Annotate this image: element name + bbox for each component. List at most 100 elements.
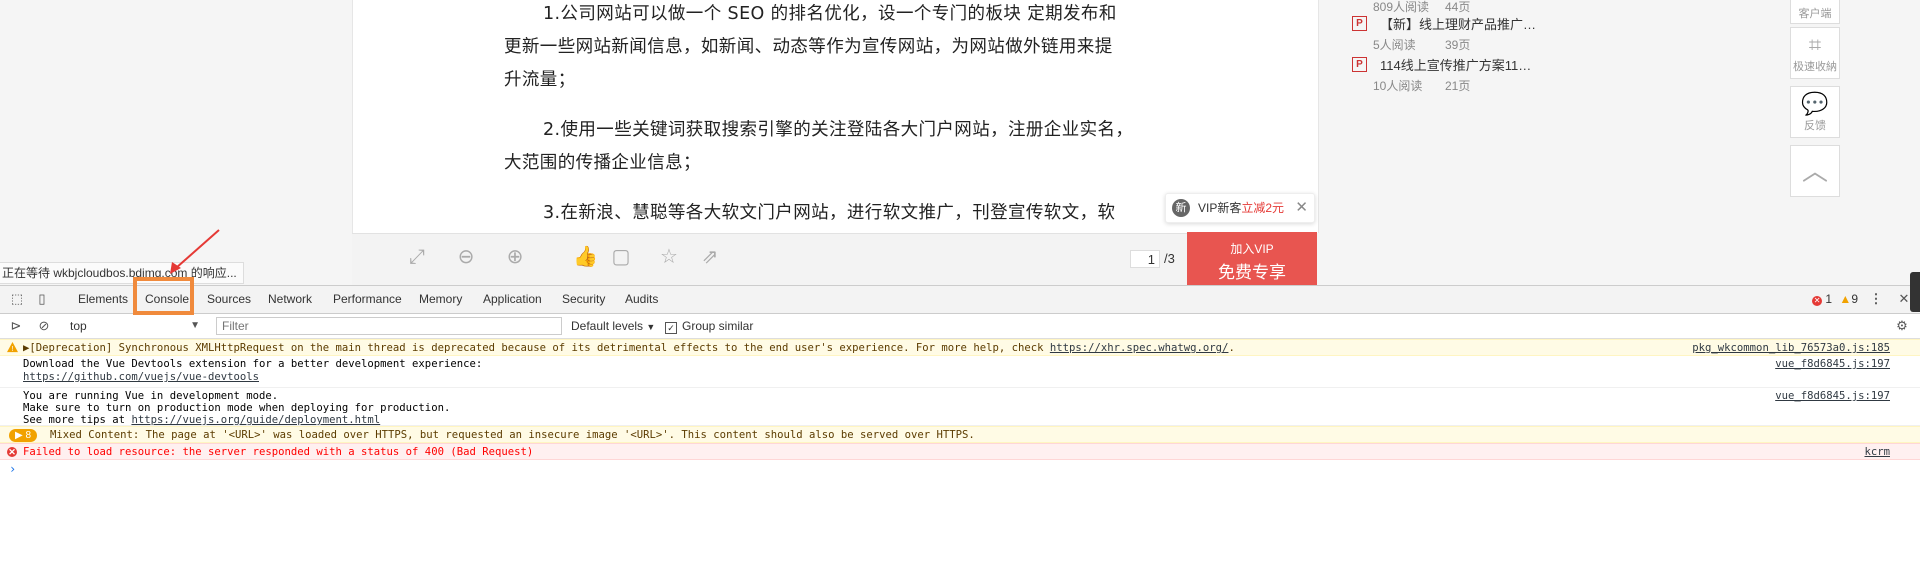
log-levels-dropdown[interactable]: Default levels ▼ [571, 317, 655, 335]
message-link[interactable]: https://vuejs.org/guide/deployment.html [131, 414, 380, 426]
feedback-label: 反馈 [1804, 120, 1826, 132]
console-prompt-icon[interactable]: › [9, 462, 16, 476]
star-icon[interactable]: ☆ [658, 246, 680, 268]
console-message[interactable]: ✕ Failed to load resource: the server re… [0, 443, 1920, 460]
devtools-tabbar: ⬚ ▯ Elements Console Sources Network Per… [0, 286, 1920, 314]
vip-button-line1: 加入VIP [1230, 242, 1274, 256]
back-to-top-icon: ︿ [1801, 156, 1828, 186]
context-value: top [70, 319, 87, 333]
devtools-resize-handle[interactable] [1910, 272, 1920, 312]
doc-title[interactable]: 114线上宣传推广方案11… [1380, 55, 1531, 74]
loading-status: 正在等待 wkbjcloudbos.bdimg.com 的响应... [0, 262, 244, 284]
page-number-input[interactable]: 1 [1130, 250, 1160, 268]
comment-icon[interactable]: ▢ [610, 246, 632, 268]
related-doc[interactable]: P 114线上宣传推广方案11… 10人阅读 21页 [1345, 43, 1555, 93]
inspect-element-icon[interactable]: ⬚ [9, 291, 25, 307]
doc-line: 1.公司网站可以做一个 SEO 的排名优化，设一个专门的板块 定期发布和 [543, 4, 1117, 24]
console-message[interactable]: You are running Vue in development mode.… [0, 388, 1920, 426]
message-source[interactable]: kcrm [1864, 446, 1890, 458]
console-message[interactable]: ! ▶[Deprecation] Synchronous XMLHttpRequ… [0, 339, 1920, 356]
share-icon[interactable]: ⇗ [699, 246, 721, 268]
devtools-panel: ⬚ ▯ Elements Console Sources Network Per… [0, 285, 1920, 583]
message-text: See more tips at [23, 414, 132, 426]
doc-line: 3.在新浪、慧聪等各大软文门户网站，进行软文推广，刊登宣传软文，软 [543, 203, 1116, 223]
tab-network[interactable]: Network [268, 286, 312, 313]
pdf-icon: P [1352, 16, 1367, 31]
error-icon: ✕ [7, 447, 17, 457]
message-text-suffix: . [1228, 342, 1235, 354]
speed-collect-label: 极速收納 [1793, 61, 1837, 73]
doc-toolbar: ⤢ ⊖ ⊕ 👍 ▢ ☆ ⇗ 1 /3 [352, 233, 1317, 286]
message-link[interactable]: https://xhr.spec.whatwg.org/ [1050, 342, 1229, 354]
message-source[interactable]: vue_f8d6845.js:197 [1775, 358, 1890, 370]
issue-counts[interactable]: ✕ 1 ▲9 [1812, 292, 1858, 306]
clear-console-icon[interactable]: ⊘ [36, 318, 52, 334]
message-text: Make sure to turn on production mode whe… [23, 402, 451, 414]
message-source[interactable]: vue_f8d6845.js:197 [1775, 390, 1890, 402]
more-options-icon[interactable]: ⋮ [1868, 291, 1884, 307]
warning-icon: ! [7, 342, 18, 353]
client-download-button[interactable]: 客户端 [1790, 0, 1840, 24]
tab-sources[interactable]: Sources [207, 286, 251, 313]
pdf-icon: P [1352, 57, 1367, 72]
context-selector[interactable]: top ▼ [70, 317, 200, 335]
like-icon[interactable]: 👍 [573, 246, 598, 268]
console-output: ! ▶[Deprecation] Synchronous XMLHttpRequ… [0, 339, 1920, 583]
repeat-count-badge[interactable]: ▶ 8 [9, 429, 37, 442]
warning-icon: ▲ [1839, 292, 1852, 306]
fullscreen-icon[interactable]: ⤢ [406, 246, 428, 268]
caret-down-icon: ▼ [646, 322, 656, 332]
page-total: /3 [1164, 251, 1175, 266]
message-source[interactable]: pkg_wkcommon_lib_76573a0.js:185 [1692, 342, 1890, 354]
vip-tip-text: VIP新客 [1198, 201, 1242, 215]
doc-reads: 10人阅读 [1373, 79, 1423, 93]
doc-line: 升流量； [504, 70, 576, 90]
checkbox-checked-icon[interactable]: ✓ [665, 322, 677, 334]
vip-tip-discount: 立减2元 [1241, 201, 1285, 215]
group-similar-checkbox[interactable]: ✓ Group similar [665, 317, 753, 335]
console-filterbar: ⊳ ⊘ top ▼ Default levels ▼ ✓ Group simila… [0, 314, 1920, 339]
crop-icon: ⌗ [1808, 32, 1822, 57]
tab-elements[interactable]: Elements [78, 286, 128, 313]
tab-memory[interactable]: Memory [419, 286, 462, 313]
doc-line: 更新一些网站新闻信息，如新闻、动态等作为宣传网站，为网站做外链用来提 [504, 37, 1113, 57]
console-filter-input[interactable] [216, 317, 562, 335]
console-message-group[interactable]: ▶ 8 Mixed Content: The page at '<URL>' w… [0, 426, 1920, 443]
message-text: Mixed Content: The page at '<URL>' was l… [50, 429, 975, 441]
message-text: Failed to load resource: the server resp… [23, 446, 534, 458]
close-icon[interactable]: ✕ [1295, 194, 1308, 222]
error-icon: ✕ [1812, 296, 1823, 306]
doc-line: 2.使用一些关键词获取搜索引擎的关注登陆各大门户网站，注册企业实名， [543, 120, 1134, 140]
console-settings-icon[interactable]: ⚙ [1894, 318, 1910, 334]
tab-performance[interactable]: Performance [333, 286, 402, 313]
group-similar-label: Group similar [682, 319, 754, 333]
join-vip-button[interactable]: 加入VIP 免费专享 [1187, 232, 1317, 285]
caret-down-icon: ▼ [190, 320, 200, 331]
log-levels-label: Default levels [571, 319, 644, 333]
tab-security[interactable]: Security [562, 286, 605, 313]
speed-collect-button[interactable]: ⌗ 极速收納 [1790, 27, 1840, 79]
back-to-top-button[interactable]: ︿ [1790, 145, 1840, 197]
zoom-in-icon[interactable]: ⊕ [504, 246, 526, 268]
doc-line: 大范围的传播企业信息； [504, 153, 701, 173]
message-link[interactable]: https://github.com/vuejs/vue-devtools [23, 371, 259, 383]
vip-new-badge: 新 [1172, 199, 1190, 217]
zoom-out-icon[interactable]: ⊖ [455, 246, 477, 268]
tab-application[interactable]: Application [483, 286, 542, 313]
tab-audits[interactable]: Audits [625, 286, 658, 313]
console-message[interactable]: Download the Vue Devtools extension for … [0, 356, 1920, 388]
doc-title[interactable]: 【新】线上理财产品推广… [1380, 14, 1536, 33]
vip-button-line2: 免费专享 [1218, 263, 1286, 282]
warning-count: 9 [1851, 292, 1858, 306]
web-page: 1.公司网站可以做一个 SEO 的排名优化，设一个专门的板块 定期发布和 更新一… [0, 0, 1920, 286]
show-sidebar-icon[interactable]: ⊳ [8, 318, 24, 334]
vip-tip: 新 VIP新客立减2元 ✕ [1165, 193, 1315, 223]
doc-pages: 21页 [1445, 79, 1471, 93]
client-label: 客户端 [1798, 8, 1832, 20]
feedback-icon: 💬 [1801, 91, 1829, 116]
feedback-button[interactable]: 💬 反馈 [1790, 86, 1840, 138]
message-text: You are running Vue in development mode. [23, 390, 279, 402]
error-count: 1 [1825, 292, 1833, 306]
device-toolbar-icon[interactable]: ▯ [34, 291, 50, 307]
message-text: Download the Vue Devtools extension for … [23, 358, 483, 370]
